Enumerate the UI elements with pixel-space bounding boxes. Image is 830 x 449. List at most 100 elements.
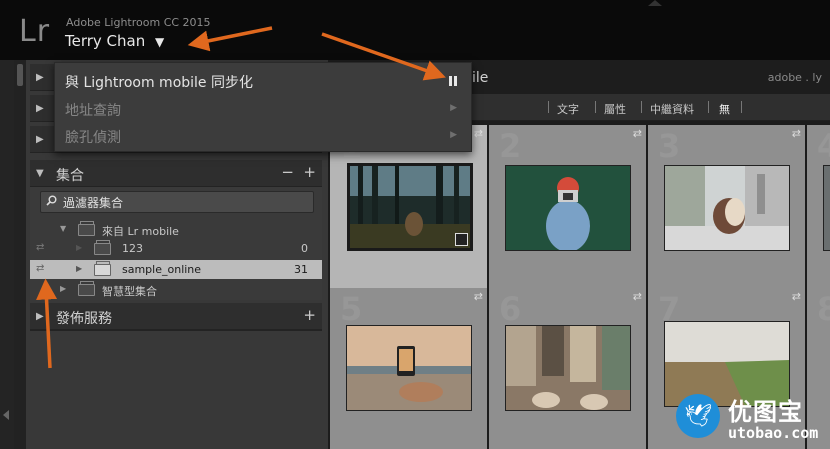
header-title: ile <box>472 70 489 86</box>
photographer-photo <box>506 166 630 250</box>
grid-cell[interactable]: 4 <box>807 125 830 288</box>
collection-label: 來自 Lr mobile <box>102 225 179 238</box>
photo-thumbnail[interactable] <box>664 165 790 251</box>
remove-collection-button[interactable]: − <box>281 163 294 181</box>
lightroom-logo: Lr <box>19 14 51 49</box>
collection-label: 智慧型集合 <box>102 285 157 298</box>
grid-cell[interactable]: 6 ⇄ <box>489 288 646 449</box>
expand-triangle-icon[interactable]: ▶ <box>36 311 44 322</box>
collection-set-icon <box>78 221 95 236</box>
collection-icon <box>94 240 111 255</box>
photo-thumbnail[interactable] <box>505 165 631 251</box>
sync-icon[interactable]: ⇄ <box>633 290 642 303</box>
collapse-triangle-icon[interactable]: ▼ <box>60 224 66 233</box>
collection-set-smart[interactable]: ▶ 智慧型集合 <box>30 280 322 299</box>
divider <box>708 101 709 113</box>
menu-item-face-detection[interactable]: 臉孔偵測 ▶ <box>65 123 461 147</box>
filter-text-tab[interactable]: 文字 <box>557 101 579 117</box>
photo-thumbnail[interactable] <box>505 325 631 411</box>
edit-badge-icon <box>455 233 468 246</box>
grid-cell[interactable]: 2 ⇄ <box>489 125 646 288</box>
collection-count: 0 <box>301 242 308 255</box>
filter-attribute-tab[interactable]: 屬性 <box>604 101 626 117</box>
filter-none-tab[interactable]: 無 <box>719 101 730 117</box>
sync-icon[interactable]: ⇄ <box>474 290 483 303</box>
left-panel-scrollbar[interactable] <box>14 60 26 449</box>
play-icon[interactable]: ▶ <box>450 130 457 140</box>
scrollbar-thumb[interactable] <box>17 64 23 86</box>
collections-title: 集合 <box>56 168 84 184</box>
menu-item-label: 地址查詢 <box>65 103 121 119</box>
collection-label: 123 <box>122 242 143 255</box>
cell-index: 8 <box>817 290 830 328</box>
app-name: Adobe Lightroom CC 2015 <box>66 16 211 29</box>
collection-label: sample_online <box>122 263 202 276</box>
play-icon[interactable]: ▶ <box>450 103 457 113</box>
filter-metadata-tab[interactable]: 中繼資料 <box>650 101 694 117</box>
menu-item-sync-lightroom-mobile[interactable]: 與 Lightroom mobile 同步化 <box>65 68 461 92</box>
collection-123[interactable]: ⇄ ▶ 123 0 <box>30 239 322 258</box>
collection-sample-online[interactable]: ⇄ ▶ sample_online 31 <box>30 260 322 279</box>
photo-thumbnail[interactable] <box>347 163 473 251</box>
panel-header-publish-services[interactable]: ▶ 發佈服務 + <box>30 303 322 330</box>
smart-collection-set-icon <box>78 281 95 296</box>
sync-icon[interactable]: ⇄ <box>36 242 44 253</box>
expand-triangle-icon[interactable]: ▶ <box>36 72 44 83</box>
divider <box>741 101 742 113</box>
city-street-photo <box>665 166 789 250</box>
collapse-left-icon[interactable] <box>3 410 9 420</box>
photo-thumbnail[interactable] <box>823 165 830 251</box>
collections-list: 過濾器集合 ▼ 來自 Lr mobile ⇄ ▶ 123 0 ⇄ ▶ sampl… <box>30 187 322 300</box>
collapse-triangle-icon[interactable]: ▼ <box>36 168 44 179</box>
add-collection-button[interactable]: + <box>303 163 316 181</box>
expand-triangle-icon[interactable]: ▶ <box>60 284 66 293</box>
collection-set-lr-mobile[interactable]: ▼ 來自 Lr mobile <box>30 220 322 239</box>
publish-services-title: 發佈服務 <box>56 311 112 327</box>
sync-icon[interactable]: ⇄ <box>792 290 801 303</box>
top-panel-toggle-icon[interactable] <box>648 0 662 6</box>
left-panel-edge[interactable] <box>0 60 14 449</box>
user-name-menu[interactable]: Terry Chan <box>65 32 145 50</box>
watermark-title: 优图宝 <box>728 398 803 426</box>
bird-icon: 🕊 <box>684 404 712 429</box>
filter-placeholder: 過濾器集合 <box>63 196 124 210</box>
filter-collections-field[interactable]: 過濾器集合 <box>40 191 314 213</box>
cell-index: 2 <box>499 127 522 165</box>
expand-triangle-icon[interactable]: ▶ <box>76 264 82 273</box>
menu-item-label: 臉孔偵測 <box>65 130 121 146</box>
expand-triangle-icon[interactable]: ▶ <box>36 134 44 145</box>
beach-phone-photo <box>347 326 471 410</box>
partial-photo <box>824 166 830 250</box>
pause-icon[interactable] <box>449 76 457 86</box>
collection-icon <box>94 261 111 276</box>
watermark: 🕊 优图宝 utobao.com <box>672 392 830 449</box>
identity-plate: Lr Adobe Lightroom CC 2015 Terry Chan ▼ <box>0 0 830 60</box>
menu-item-label: 與 Lightroom mobile 同步化 <box>65 75 253 91</box>
panel-header-collections[interactable]: ▼ 集合 − + <box>30 160 322 187</box>
caret-down-icon[interactable]: ▼ <box>155 35 164 49</box>
grid-cell[interactable]: 5 ⇄ <box>330 288 487 449</box>
watermark-url: utobao.com <box>728 424 819 442</box>
search-icon <box>46 195 57 206</box>
collection-identity: adobe . ly <box>767 71 822 84</box>
sync-icon[interactable]: ⇄ <box>474 127 483 140</box>
photo-thumbnail[interactable] <box>346 325 472 411</box>
rooftop-city-photo <box>506 326 630 410</box>
sync-icon[interactable]: ⇄ <box>633 127 642 140</box>
cell-index: 4 <box>817 127 830 165</box>
menu-item-address-lookup[interactable]: 地址查詢 ▶ <box>65 96 461 120</box>
divider <box>30 330 322 331</box>
divider <box>595 101 596 113</box>
sync-icon[interactable]: ⇄ <box>36 263 44 274</box>
add-publish-service-button[interactable]: + <box>303 306 316 324</box>
cell-index: 3 <box>658 127 681 165</box>
expand-triangle-icon[interactable]: ▶ <box>36 103 44 114</box>
sync-icon[interactable]: ⇄ <box>792 127 801 140</box>
cell-index: 5 <box>340 290 363 328</box>
expand-triangle-icon: ▶ <box>76 243 83 252</box>
collection-count: 31 <box>294 263 308 276</box>
lightroom-mobile-menu: 與 Lightroom mobile 同步化 地址查詢 ▶ 臉孔偵測 ▶ <box>54 62 472 152</box>
grid-cell[interactable]: 3 ⇄ <box>648 125 805 288</box>
forest-photo <box>350 166 470 248</box>
divider <box>641 101 642 113</box>
